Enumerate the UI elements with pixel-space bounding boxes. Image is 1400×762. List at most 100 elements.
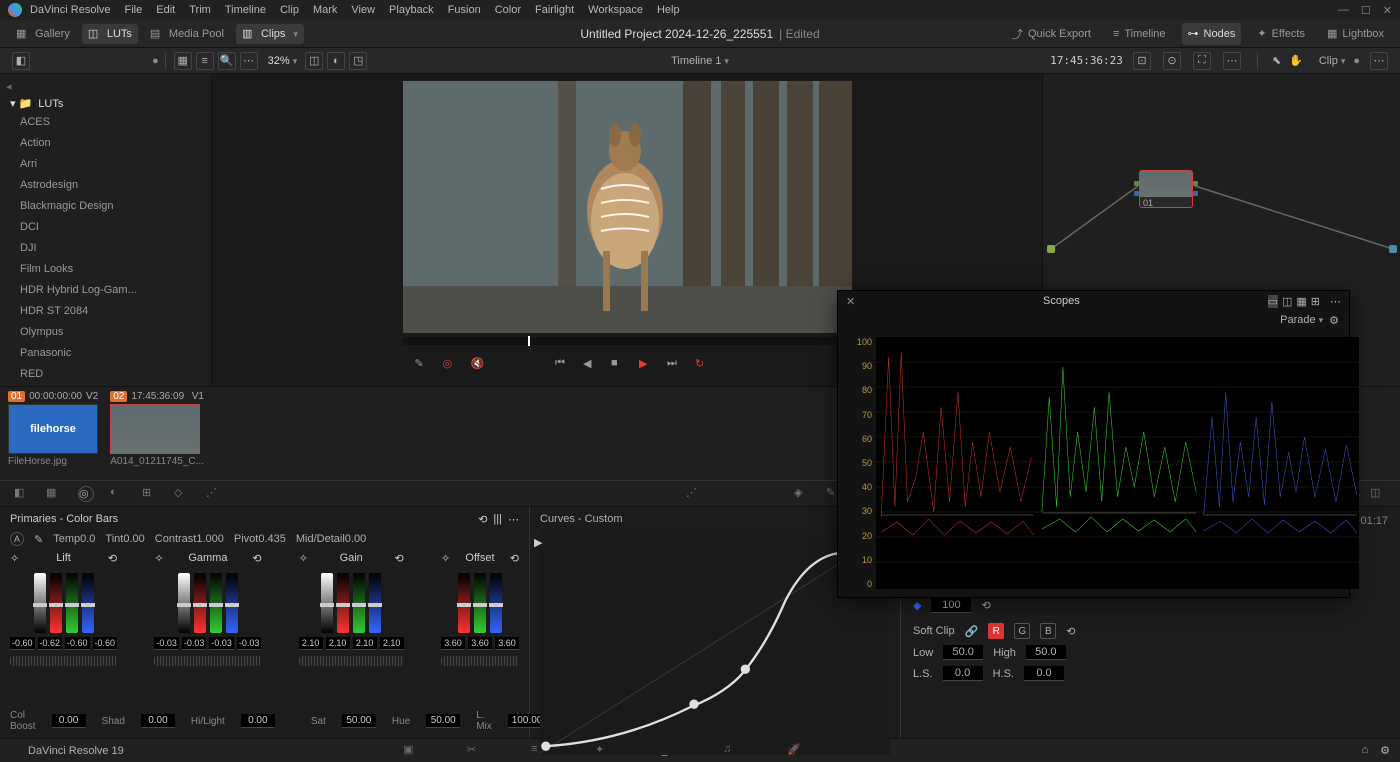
- side-arrow-icon[interactable]: ◂: [0, 78, 211, 95]
- split-view-icon[interactable]: ◫: [305, 52, 323, 70]
- scope-settings-icon[interactable]: ⚙: [1329, 314, 1339, 327]
- scope-mode-dropdown[interactable]: Parade: [1280, 314, 1323, 326]
- primary-wheels-icon[interactable]: ◎: [78, 486, 94, 502]
- fusion-page-icon[interactable]: ✦: [595, 743, 611, 759]
- mask-icon[interactable]: ◎: [443, 357, 461, 375]
- low-value[interactable]: 50.0: [943, 645, 983, 660]
- lift-picker-icon[interactable]: ✧: [10, 552, 19, 565]
- contrast-value[interactable]: 1.000: [196, 533, 224, 545]
- menu-timeline[interactable]: Timeline: [225, 4, 266, 16]
- middetail-value[interactable]: 0.00: [345, 533, 366, 545]
- step-fwd-icon[interactable]: ⏭: [667, 357, 685, 375]
- bar-value[interactable]: 3.60: [468, 637, 492, 650]
- gamma-jog[interactable]: [154, 656, 261, 666]
- step-back-icon[interactable]: ◀: [583, 357, 601, 375]
- menu-help[interactable]: Help: [657, 4, 680, 16]
- scopes-layout1-icon[interactable]: ▭: [1268, 295, 1278, 308]
- sat-value[interactable]: 50.00: [342, 714, 376, 728]
- menu-trim[interactable]: Trim: [189, 4, 211, 16]
- offset-jog[interactable]: [441, 656, 519, 666]
- lut-item[interactable]: Arri: [0, 154, 211, 175]
- lut-item[interactable]: RED: [0, 364, 211, 385]
- scopes-layout3-icon[interactable]: ▦: [1296, 295, 1306, 308]
- menu-view[interactable]: View: [351, 4, 375, 16]
- bar-green[interactable]: [474, 573, 486, 633]
- options3-icon[interactable]: ⋯: [1370, 52, 1388, 70]
- render-cache-icon[interactable]: ⊡: [1133, 52, 1151, 70]
- fullscreen-icon[interactable]: ⛶: [1193, 52, 1211, 70]
- bar-value[interactable]: 2.10: [299, 637, 323, 650]
- bar-value[interactable]: 2.10: [380, 637, 404, 650]
- menu-color[interactable]: Color: [495, 4, 521, 16]
- effects-button[interactable]: ✦Effects: [1251, 23, 1311, 45]
- temp-value[interactable]: 0.0: [80, 533, 95, 545]
- overlay-icon[interactable]: ◳: [349, 52, 367, 70]
- close-icon[interactable]: ✕: [1383, 4, 1392, 17]
- node-input-dot[interactable]: [1047, 245, 1055, 253]
- lut-item[interactable]: Panasonic: [0, 343, 211, 364]
- cut-page-icon[interactable]: ✂: [467, 743, 483, 759]
- menu-playback[interactable]: Playback: [389, 4, 434, 16]
- gain-picker-icon[interactable]: ✧: [299, 552, 308, 565]
- bar-green[interactable]: [66, 573, 78, 633]
- menu-file[interactable]: File: [125, 4, 143, 16]
- hue-value[interactable]: 50.00: [426, 714, 460, 728]
- bar-value[interactable]: 2.10: [353, 637, 377, 650]
- maximize-icon[interactable]: ☐: [1361, 4, 1371, 17]
- hand-tool-icon[interactable]: ✋: [1289, 54, 1303, 67]
- view-list-icon[interactable]: ≡: [196, 52, 214, 70]
- lut-item[interactable]: Blackmagic Design: [0, 196, 211, 217]
- bar-value[interactable]: 3.60: [441, 637, 465, 650]
- tint-value[interactable]: 0.00: [123, 533, 144, 545]
- clip-mode-dropdown[interactable]: Clip: [1319, 55, 1345, 67]
- channel-b-button[interactable]: B: [1040, 623, 1056, 639]
- lightbox-button[interactable]: ▦Lightbox: [1321, 23, 1390, 45]
- media-pool-button[interactable]: ▤Media Pool: [144, 24, 230, 44]
- mute-icon[interactable]: 🔇: [471, 357, 489, 375]
- edit-page-icon[interactable]: ≡: [531, 743, 547, 759]
- key-output-icon[interactable]: ◫: [1370, 486, 1386, 502]
- lut-item[interactable]: DCI: [0, 217, 211, 238]
- media-page-icon[interactable]: ▣: [403, 743, 419, 759]
- scopes-layout4-icon[interactable]: ⊞: [1311, 295, 1320, 308]
- hilight-value[interactable]: 0.00: [241, 714, 275, 728]
- lut-item[interactable]: Olympus: [0, 322, 211, 343]
- eyedropper-icon[interactable]: ✎: [415, 357, 433, 375]
- gain-jog[interactable]: [299, 656, 404, 666]
- bar-value[interactable]: -0.03: [209, 637, 234, 650]
- bar-blue[interactable]: [490, 573, 502, 633]
- clip-thumbnail[interactable]: 0217:45:36:09V1 A014_01211745_C...: [110, 391, 204, 467]
- offset-picker-icon[interactable]: ✧: [441, 552, 450, 565]
- loop-playback-icon[interactable]: ↻: [695, 357, 713, 375]
- slider-dot-icon[interactable]: ●: [152, 55, 159, 67]
- bar-value[interactable]: -0.03: [154, 637, 179, 650]
- reset-icon[interactable]: ⟲: [981, 599, 990, 612]
- bar-luma[interactable]: [321, 573, 333, 633]
- search-icon[interactable]: 🔍: [218, 52, 236, 70]
- gamma-reset-icon[interactable]: ⟲: [252, 552, 261, 565]
- node-output-dot[interactable]: [1389, 245, 1397, 253]
- play-icon[interactable]: ▶: [639, 357, 657, 375]
- menu-clip[interactable]: Clip: [280, 4, 299, 16]
- bar-value[interactable]: 3.60: [495, 637, 519, 650]
- bar-red[interactable]: [194, 573, 206, 633]
- deliver-page-icon[interactable]: 🚀: [787, 743, 803, 759]
- hs-value[interactable]: 0.0: [1024, 666, 1064, 681]
- col-boost-value[interactable]: 0.00: [52, 714, 86, 728]
- camera-raw-icon[interactable]: ◧: [14, 486, 30, 502]
- view-grid-icon[interactable]: ▦: [174, 52, 192, 70]
- menu-workspace[interactable]: Workspace: [588, 4, 643, 16]
- high-value[interactable]: 50.0: [1026, 645, 1066, 660]
- clips-dropdown[interactable]: ▥Clips: [236, 24, 304, 44]
- zoom-dropdown[interactable]: 32%: [268, 55, 298, 67]
- gain-reset-icon[interactable]: ⟲: [394, 552, 403, 565]
- scopes-layout2-icon[interactable]: ◫: [1282, 295, 1292, 308]
- channel-r-button[interactable]: R: [988, 623, 1004, 639]
- channel-g-button[interactable]: G: [1014, 623, 1030, 639]
- bar-luma[interactable]: [178, 573, 190, 633]
- quick-export-button[interactable]: ⤴Quick Export: [1006, 23, 1097, 45]
- link-icon[interactable]: 🔗: [965, 625, 979, 638]
- warper-icon[interactable]: ◈: [794, 486, 810, 502]
- lut-item[interactable]: ACES: [0, 112, 211, 133]
- options-icon[interactable]: ⋯: [240, 52, 258, 70]
